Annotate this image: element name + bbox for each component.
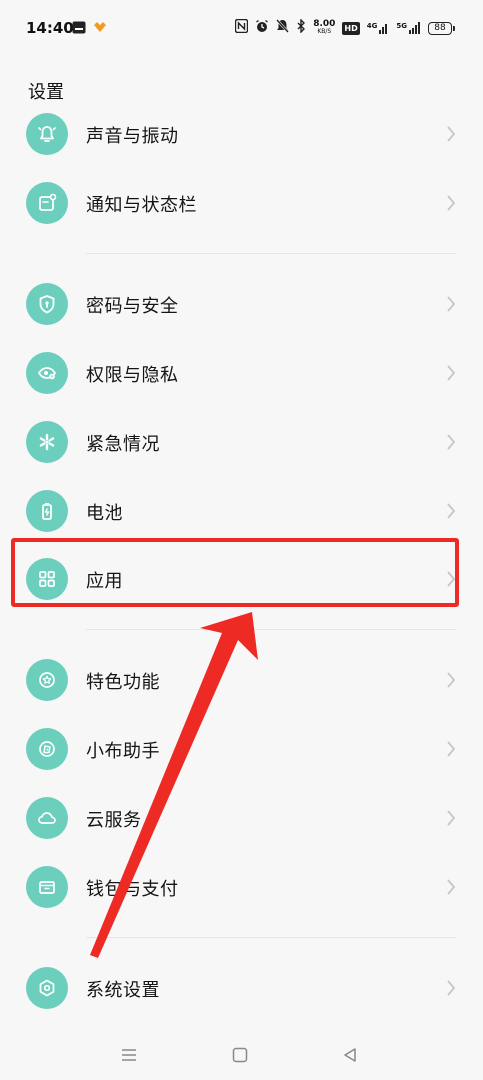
notification-icon [26,182,68,224]
hd-badge: HD [342,21,360,35]
chevron-right-icon [447,503,456,519]
emergency-icon [26,421,68,463]
shield-icon [26,283,68,325]
settings-row-label: 通知与状态栏 [86,195,197,216]
menu-icon[interactable] [118,1044,140,1066]
settings-row-wallet[interactable]: 钱包与支付 [0,854,483,920]
settings-row-system[interactable]: 系统设置 [0,955,483,1021]
settings-row-label: 云服务 [86,810,142,831]
settings-row-features[interactable]: 特色功能 [0,647,483,713]
chevron-right-icon [447,434,456,450]
signal-bars-icon [409,22,420,34]
status-icons: 8.00 KB/S HD 4G 5G 88 [234,18,455,38]
highlight-annotation-box [11,538,459,607]
settings-row-label: 电池 [86,503,123,524]
settings-row-emergency[interactable]: 紧急情况 [0,409,483,475]
bluetooth-icon [296,18,306,37]
assistant-icon [26,728,68,770]
network-speed-value: 8.00 [313,19,336,29]
signal-4g: 4G [367,22,390,34]
star-icon [26,659,68,701]
signal-4g-label: 4G [366,22,378,30]
section-divider [86,253,456,254]
settings-row-label: 紧急情况 [86,434,160,455]
bell-icon [26,113,68,155]
chevron-right-icon [447,980,456,996]
chevron-right-icon [447,195,456,211]
chevron-right-icon [447,365,456,381]
chevron-right-icon [447,810,456,826]
settings-row-battery[interactable]: 电池 [0,478,483,544]
settings-row-sound[interactable]: 声音与振动 [0,101,483,167]
battery-level: 88 [428,21,452,35]
settings-row-assistant[interactable]: 小布助手 [0,716,483,782]
settings-row-notifications[interactable]: 通知与状态栏 [0,170,483,236]
mute-icon [276,19,290,37]
app-notification-icon [92,18,108,36]
signal-bars-icon [379,24,388,34]
chevron-right-icon [447,126,456,142]
wallet-icon [26,866,68,908]
settings-row-label: 钱包与支付 [86,879,179,900]
message-icon [72,18,86,36]
battery-icon [26,490,68,532]
settings-row-label: 特色功能 [86,672,160,693]
battery-indicator: 88 [428,21,455,35]
chevron-right-icon [447,672,456,688]
chevron-right-icon [447,741,456,757]
settings-row-security[interactable]: 密码与安全 [0,271,483,337]
system-settings-icon [26,967,68,1009]
settings-row-label: 小布助手 [86,741,160,762]
network-speed: 8.00 KB/S [313,20,335,36]
settings-row-label: 权限与隐私 [86,365,179,386]
section-divider [86,629,456,630]
battery-tip [453,25,455,31]
section-divider [86,937,456,938]
settings-row-label: 系统设置 [86,980,160,1001]
status-bar: 14:40 8.00 KB/S HD 4G 5G 88 [0,0,483,56]
signal-5g-label: 5G [396,22,407,30]
cloud-icon [26,797,68,839]
settings-row-privacy[interactable]: 权限与隐私 [0,340,483,406]
nfc-icon [234,18,249,37]
home-icon[interactable] [229,1044,251,1066]
signal-5g: 5G [396,22,421,34]
alarm-icon [255,19,269,37]
privacy-eye-icon [26,352,68,394]
chevron-right-icon [447,879,456,895]
back-icon[interactable] [339,1044,361,1066]
status-time: 14:40 [26,19,74,37]
chevron-right-icon [447,296,456,312]
network-speed-unit: KB/S [317,28,332,35]
settings-row-label: 密码与安全 [86,296,179,317]
settings-row-label: 声音与振动 [86,126,179,147]
settings-row-cloud[interactable]: 云服务 [0,785,483,851]
navigation-bar [0,1030,483,1080]
